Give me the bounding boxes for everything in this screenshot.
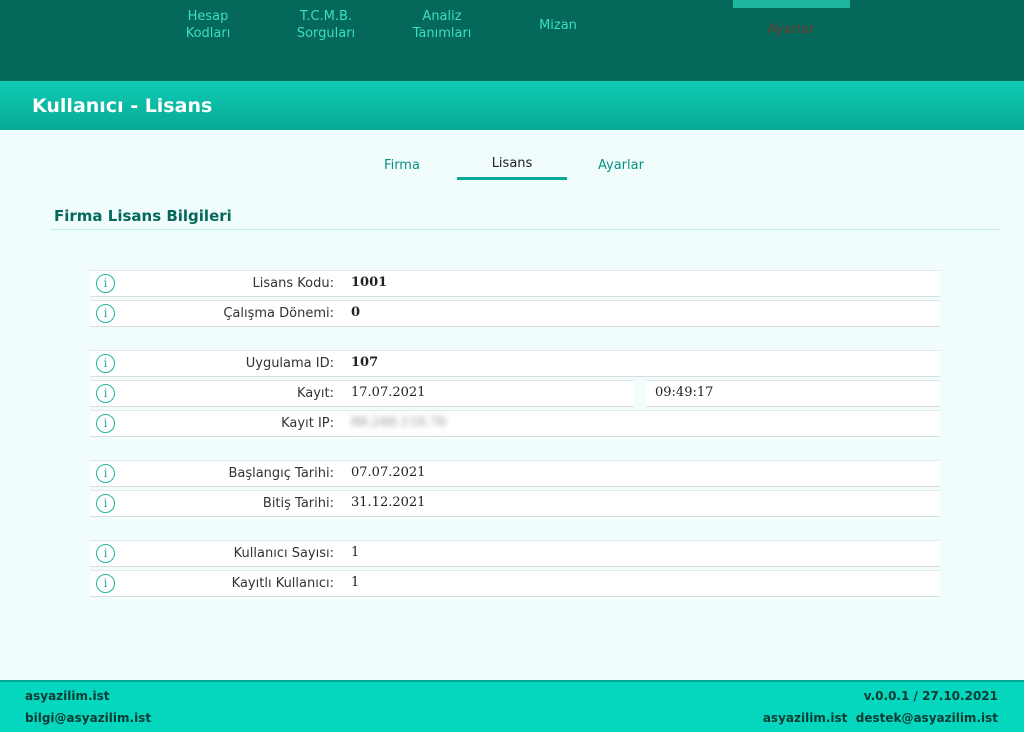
nav-active-indicator bbox=[733, 0, 850, 8]
field-label: Lisans Kodu: bbox=[252, 276, 334, 291]
top-navigation: Hesap Kodları T.C.M.B. Sorguları Analiz … bbox=[0, 0, 1024, 81]
section-title: Firma Lisans Bilgileri bbox=[54, 207, 232, 225]
field-value: 1 bbox=[351, 575, 360, 590]
info-icon[interactable]: i bbox=[96, 414, 115, 433]
row-lisans-kodu: i Lisans Kodu: 1001 bbox=[90, 270, 940, 297]
footer: asyazilim.ist bilgi@asyazilim.ist v.0.0.… bbox=[0, 680, 1024, 732]
info-icon[interactable]: i bbox=[96, 384, 115, 403]
field-label: Kullanıcı Sayısı: bbox=[233, 546, 334, 561]
footer-support-links[interactable]: asyazilim.ist destek@asyazilim.ist bbox=[763, 711, 998, 725]
row-baslangic-tarihi: i Başlangıç Tarihi: 07.07.2021 bbox=[90, 460, 940, 487]
row-kayit: i Kayıt: 17.07.2021 09:49:17 bbox=[90, 380, 940, 407]
nav-tcmb-sorgulari[interactable]: T.C.M.B. Sorguları bbox=[288, 8, 364, 42]
info-icon[interactable]: i bbox=[96, 544, 115, 563]
footer-version: v.0.0.1 / 27.10.2021 bbox=[863, 689, 998, 703]
tab-firma[interactable]: Firma bbox=[370, 158, 434, 173]
nav-hesap-kodlari[interactable]: Hesap Kodları bbox=[180, 8, 236, 42]
field-value-time: 09:49:17 bbox=[655, 385, 714, 400]
field-label: Bitiş Tarihi: bbox=[262, 496, 334, 511]
info-icon[interactable]: i bbox=[96, 574, 115, 593]
field-label: Kayıt: bbox=[296, 386, 334, 401]
info-icon[interactable]: i bbox=[96, 354, 115, 373]
row-kayitli-kullanici: i Kayıtlı Kullanıcı: 1 bbox=[90, 570, 940, 597]
field-value: 107 bbox=[351, 355, 379, 370]
active-tab-underline bbox=[457, 177, 567, 180]
section-divider bbox=[50, 229, 1000, 230]
nav-mizan[interactable]: Mizan bbox=[530, 17, 586, 34]
info-icon[interactable]: i bbox=[96, 304, 115, 323]
info-icon[interactable]: i bbox=[96, 274, 115, 293]
field-label: Kayıt IP: bbox=[281, 416, 334, 431]
info-icon[interactable]: i bbox=[96, 494, 115, 513]
field-value: 1 bbox=[351, 545, 360, 560]
field-label: Başlangıç Tarihi: bbox=[228, 466, 334, 481]
tab-lisans[interactable]: Lisans bbox=[457, 156, 567, 171]
field-label: Kayıtlı Kullanıcı: bbox=[231, 576, 334, 591]
row-bitis-tarihi: i Bitiş Tarihi: 31.12.2021 bbox=[90, 490, 940, 517]
row-calisma-donemi: i Çalışma Dönemi: 0 bbox=[90, 300, 940, 327]
field-label: Çalışma Dönemi: bbox=[223, 306, 334, 321]
field-value: 07.07.2021 bbox=[351, 465, 426, 480]
row-kullanici-sayisi: i Kullanıcı Sayısı: 1 bbox=[90, 540, 940, 567]
nav-ayarlar[interactable]: Ayarlar bbox=[755, 21, 827, 38]
tab-ayarlar[interactable]: Ayarlar bbox=[588, 158, 654, 173]
nav-analiz-tanimlari[interactable]: Analiz Tanımları bbox=[404, 8, 480, 42]
field-value: 0 bbox=[351, 305, 361, 320]
row-kayit-ip: i Kayıt IP: 88.248.118.76 bbox=[90, 410, 940, 437]
field-value-redacted: 88.248.118.76 bbox=[351, 415, 447, 430]
field-label: Uygulama ID: bbox=[245, 356, 334, 371]
page-title-bar: Kullanıcı - Lisans bbox=[0, 81, 1024, 130]
field-value: 31.12.2021 bbox=[351, 495, 426, 510]
cell-separator bbox=[634, 380, 646, 407]
footer-site-link[interactable]: asyazilim.ist bbox=[25, 689, 110, 703]
page-title: Kullanıcı - Lisans bbox=[32, 95, 213, 117]
field-value: 1001 bbox=[351, 275, 388, 290]
field-value-date: 17.07.2021 bbox=[351, 385, 426, 400]
info-icon[interactable]: i bbox=[96, 464, 115, 483]
row-uygulama-id: i Uygulama ID: 107 bbox=[90, 350, 940, 377]
footer-info-email[interactable]: bilgi@asyazilim.ist bbox=[25, 711, 151, 725]
